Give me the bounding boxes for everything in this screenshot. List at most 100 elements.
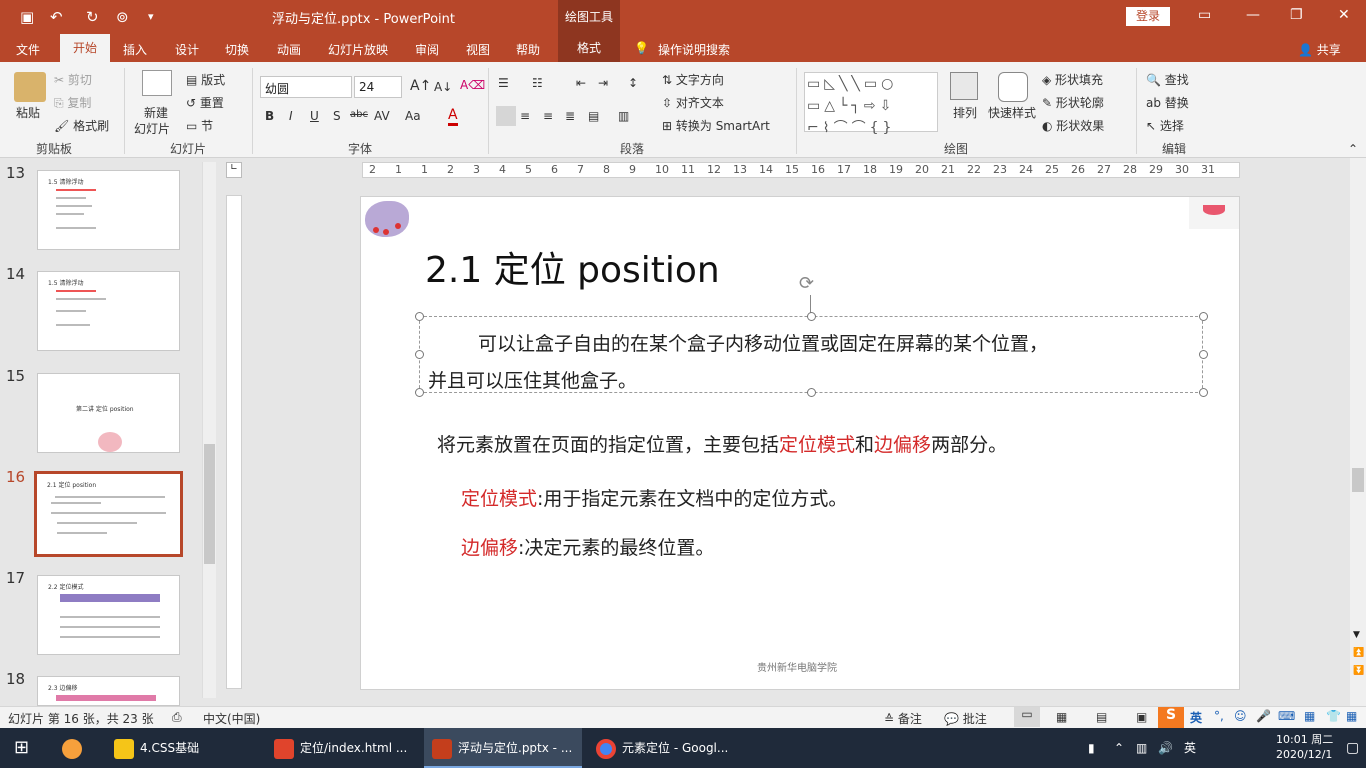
change-case-icon[interactable]: Aa <box>405 109 421 123</box>
skin-icon[interactable]: 👕 <box>1326 709 1341 723</box>
tray-expand-icon[interactable]: ⌃ <box>1114 728 1124 768</box>
notifications-icon[interactable]: ▢ <box>1346 728 1359 768</box>
text-direction-button[interactable]: ⇅ 文字方向 <box>662 71 724 88</box>
sign-in-button[interactable]: 登录 <box>1126 7 1170 26</box>
slide-footer[interactable]: 贵州新华电脑学院 <box>757 659 837 674</box>
scroll-down-icon[interactable]: ▼ <box>1353 630 1360 640</box>
tab-slideshow[interactable]: 幻灯片放映 <box>328 41 388 58</box>
underline-icon[interactable]: U <box>310 109 319 123</box>
ime-language-button[interactable]: 英 <box>1190 709 1202 726</box>
align-text-button[interactable]: ⇳ 对齐文本 <box>662 94 724 111</box>
notes-button[interactable]: ≙ 备注 <box>884 710 922 727</box>
new-slide-label-2[interactable]: 幻灯片 <box>134 120 170 137</box>
close-icon[interactable]: ✕ <box>1338 7 1350 23</box>
tray-ime-indicator[interactable]: 英 <box>1184 728 1196 768</box>
tab-design[interactable]: 设计 <box>175 41 199 58</box>
resize-handle[interactable] <box>807 388 816 397</box>
paragraph-2[interactable]: 将元素放置在页面的指定位置，主要包括定位模式和边偏移两部分。 <box>437 430 1007 457</box>
bullet-offset[interactable]: 边偏移:决定元素的最终位置。 <box>461 533 714 560</box>
taskbar-app-icon[interactable] <box>62 728 88 768</box>
clear-formatting-icon[interactable]: A⌫ <box>460 78 485 92</box>
distributed-icon[interactable]: ▤ <box>588 109 599 123</box>
rotate-handle-icon[interactable]: ⟳ <box>799 273 814 294</box>
tab-review[interactable]: 审阅 <box>415 41 439 58</box>
decrease-indent-icon[interactable]: ⇤ <box>576 76 586 90</box>
editor-scrollbar[interactable]: ▼ ⏫ ⏬ <box>1350 158 1366 706</box>
horizontal-ruler[interactable]: 2 1 1 2 3 4 5 6 7 8 9 10 11 12 13 14 15 16 17 18 19 20 21 22 23 2… <box>362 162 1240 178</box>
slide-canvas[interactable]: 2.1 定位 position ⟳ 可以让盒子自由的在某个盒子内移动位置或固定在… <box>360 196 1240 690</box>
thumbnail-scrollbar[interactable] <box>202 162 216 698</box>
shapes-gallery[interactable]: ▭◺╲╲▭○ ▭△└┐⇨⇩ ⌐⌇⌒⌒{} <box>804 72 938 136</box>
redo-icon[interactable]: ↻ <box>86 8 99 26</box>
reset-button[interactable]: ↺ 重置 <box>186 94 224 111</box>
clock-time[interactable]: 10:01 周二 <box>1276 731 1333 747</box>
section-button[interactable]: ▭ 节 <box>186 117 213 134</box>
thumbnail-scrollbar-thumb[interactable] <box>204 444 215 564</box>
justify-icon[interactable]: ≣ <box>565 109 575 123</box>
customize-qat-icon[interactable]: ▾ <box>148 10 154 23</box>
voice-icon[interactable]: 🎤 <box>1256 709 1271 723</box>
taskbar-item-explorer[interactable]: 4.CSS基础 <box>108 728 258 768</box>
slide-thumbnail[interactable]: 第二讲 定位 position <box>37 373 180 453</box>
resize-handle[interactable] <box>415 388 424 397</box>
shadow-icon[interactable]: S <box>333 109 341 123</box>
normal-view-icon[interactable]: ▭ <box>1014 707 1040 727</box>
new-slide-icon[interactable] <box>142 70 172 96</box>
tab-stop-selector[interactable]: ∟ <box>226 162 242 178</box>
line-spacing-icon[interactable]: ↕ <box>628 76 638 90</box>
resize-handle[interactable] <box>807 312 816 321</box>
reading-view-icon[interactable]: ▤ <box>1096 710 1107 724</box>
increase-indent-icon[interactable]: ⇥ <box>598 76 608 90</box>
copy-button[interactable]: ⎘ 复制 <box>54 94 91 111</box>
character-spacing-icon[interactable]: AV <box>374 109 390 123</box>
slide-thumbnail[interactable]: 1.5 清除浮动 <box>37 170 180 250</box>
strikethrough-icon[interactable]: abc <box>350 109 368 120</box>
slide-thumbnail[interactable]: 2.2 定位模式 <box>37 575 180 655</box>
editor-scrollbar-thumb[interactable] <box>1352 468 1364 492</box>
font-color-icon[interactable]: A <box>448 107 458 126</box>
align-right-icon[interactable]: ≡ <box>543 109 553 123</box>
language-indicator[interactable]: 中文(中国) <box>203 710 260 727</box>
save-icon[interactable]: ▣ <box>20 8 34 26</box>
taskbar-item-chrome[interactable]: 元素定位 - Googl... <box>590 728 750 768</box>
numbering-icon[interactable]: ☷ <box>532 76 543 90</box>
vertical-ruler[interactable] <box>226 195 242 689</box>
slide-thumbnail[interactable]: 1.5 清除浮动 <box>37 271 180 351</box>
tab-home[interactable]: 开始 <box>60 34 110 62</box>
taskbar-item-powerpoint[interactable]: 浮动与定位.pptx - ... <box>424 728 582 768</box>
cut-button[interactable]: ✂ 剪切 <box>54 71 92 88</box>
bold-icon[interactable]: B <box>265 109 274 123</box>
slide-title[interactable]: 2.1 定位 position <box>425 241 720 293</box>
ribbon-display-options-icon[interactable]: ▭ <box>1198 7 1211 23</box>
increase-font-icon[interactable]: A↑ <box>410 78 431 94</box>
tab-view[interactable]: 视图 <box>466 41 490 58</box>
network-icon[interactable]: ▥ <box>1136 728 1147 768</box>
tab-insert[interactable]: 插入 <box>123 41 147 58</box>
resize-handle[interactable] <box>1199 388 1208 397</box>
touch-mode-icon[interactable]: ⊚ <box>116 8 129 26</box>
quick-styles-label[interactable]: 快速样式 <box>988 104 1036 121</box>
collapse-ribbon-icon[interactable]: ⌃ <box>1348 142 1358 156</box>
volume-icon[interactable]: 🔊 <box>1158 728 1173 768</box>
next-slide-icon[interactable]: ⏬ <box>1353 666 1364 676</box>
keyboard-icon[interactable]: ⌨ <box>1278 709 1295 723</box>
restore-icon[interactable]: ❐ <box>1290 7 1303 23</box>
comments-button[interactable]: 💬 批注 <box>944 710 987 727</box>
font-name-dropdown[interactable]: 幼圆 <box>260 76 352 98</box>
align-center-icon[interactable]: ≡ <box>520 109 530 123</box>
tell-me-search[interactable]: 操作说明搜索 <box>658 41 730 58</box>
resize-handle[interactable] <box>415 350 424 359</box>
bullet-positioning-mode[interactable]: 定位模式:用于指定元素在文档中的定位方式。 <box>461 484 847 511</box>
decrease-font-icon[interactable]: A↓ <box>434 80 452 94</box>
shape-fill-button[interactable]: ◈ 形状填充 <box>1042 71 1103 88</box>
slide-thumbnail-selected[interactable]: 2.1 定位 position <box>34 471 183 557</box>
quick-styles-icon[interactable] <box>998 72 1028 102</box>
slide-sorter-icon[interactable]: ▦ <box>1056 710 1067 724</box>
italic-icon[interactable]: I <box>289 109 293 123</box>
smartart-button[interactable]: ⊞ 转换为 SmartArt <box>662 117 770 134</box>
paragraph-1-line-2[interactable]: 并且可以压住其他盒子。 <box>428 366 637 393</box>
spellcheck-icon[interactable]: ⎙ <box>172 710 182 725</box>
undo-icon[interactable]: ↶ <box>50 8 63 26</box>
select-button[interactable]: ↖ 选择 <box>1146 117 1184 134</box>
new-slide-label[interactable]: 新建 <box>144 104 168 121</box>
